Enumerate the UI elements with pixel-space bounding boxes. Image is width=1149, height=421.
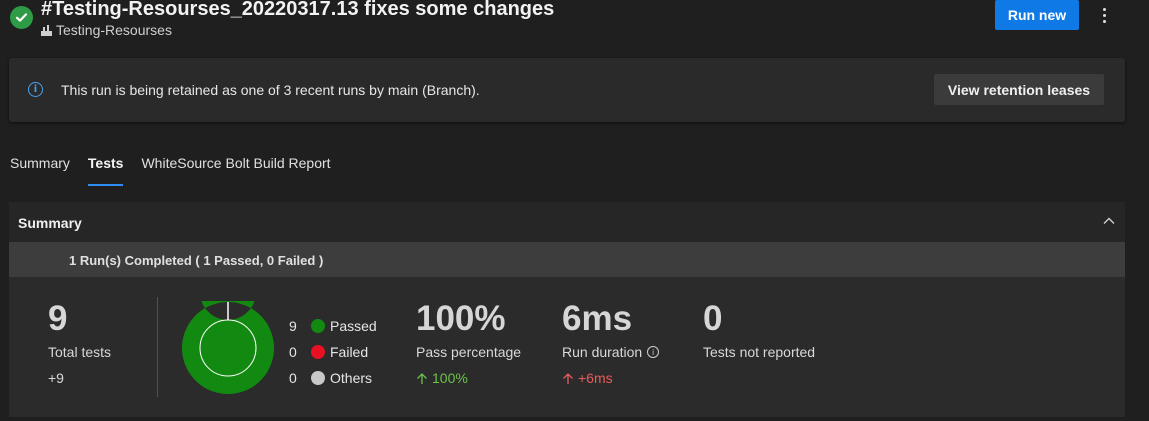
passed-dot xyxy=(311,319,325,333)
total-tests-label: Total tests xyxy=(48,344,112,360)
run-duration-value: 6ms xyxy=(562,299,633,338)
legend-others: 0 Others xyxy=(289,365,377,391)
pass-percentage-label: Pass percentage xyxy=(416,344,522,360)
more-vertical-icon[interactable] xyxy=(1096,4,1112,26)
tab-bar: Summary Tests WhiteSource Bolt Build Rep… xyxy=(10,150,331,186)
pass-percentage-delta: 100% xyxy=(432,370,468,386)
arrow-up-icon xyxy=(563,372,573,384)
run-header: #Testing-Resourses_20220317.13 fixes som… xyxy=(10,0,1140,44)
summary-panel: Summary 1 Run(s) Completed ( 1 Passed, 0… xyxy=(9,202,1125,417)
others-count: 0 xyxy=(289,370,297,386)
retention-banner: i This run is being retained as one of 3… xyxy=(9,58,1125,122)
outcome-legend: 9 Passed 0 Failed 0 Others xyxy=(289,313,377,391)
total-tests-metric: 9 Total tests +9 xyxy=(48,299,111,386)
legend-passed: 9 Passed xyxy=(289,313,377,339)
not-reported-metric: 0 Tests not reported xyxy=(703,299,815,360)
passed-label: Passed xyxy=(330,318,377,334)
page-title: #Testing-Resourses_20220317.13 fixes som… xyxy=(41,0,555,20)
not-reported-label: Tests not reported xyxy=(703,344,816,360)
check-circle-icon xyxy=(10,6,33,29)
pass-percentage-metric: 100% Pass percentage 100% xyxy=(416,299,521,386)
run-duration-trend: +6ms xyxy=(562,370,659,386)
metrics-divider xyxy=(157,297,158,397)
summary-panel-header[interactable]: Summary xyxy=(9,202,1125,242)
run-duration-label: Run duration xyxy=(562,344,643,360)
run-duration-delta: +6ms xyxy=(578,370,613,386)
info-icon: i xyxy=(28,82,43,97)
pass-percentage-trend: 100% xyxy=(416,370,521,386)
pipeline-link[interactable]: Testing-Resourses xyxy=(41,22,172,38)
banner-message: This run is being retained as one of 3 r… xyxy=(61,82,480,98)
others-dot xyxy=(311,371,325,385)
total-tests-delta: +9 xyxy=(48,370,64,386)
summary-title: Summary xyxy=(18,215,82,231)
run-duration-label-row: Run duration i xyxy=(562,344,660,360)
metrics-row: 9 Total tests +9 9 Passed 0 Failed 0 Oth… xyxy=(9,277,1125,417)
arrow-up-icon xyxy=(417,372,427,384)
not-reported-value: 0 xyxy=(703,299,723,338)
runs-completed-text: 1 Run(s) Completed ( 1 Passed, 0 Failed … xyxy=(69,253,324,268)
tab-tests[interactable]: Tests xyxy=(87,150,123,186)
outcome-donut-chart xyxy=(181,301,274,394)
failed-dot xyxy=(311,345,325,359)
passed-count: 9 xyxy=(289,318,297,334)
tab-whitesource-bolt-build-report[interactable]: WhiteSource Bolt Build Report xyxy=(141,150,330,186)
tab-summary[interactable]: Summary xyxy=(10,150,70,186)
pipeline-name: Testing-Resourses xyxy=(56,22,172,38)
pass-percentage-value: 100% xyxy=(416,299,506,338)
run-duration-metric: 6ms Run duration i +6ms xyxy=(562,299,660,386)
legend-failed: 0 Failed xyxy=(289,339,377,365)
run-status-bar: 1 Run(s) Completed ( 1 Passed, 0 Failed … xyxy=(9,242,1125,277)
chevron-up-icon[interactable] xyxy=(1102,214,1116,228)
info-icon[interactable]: i xyxy=(647,346,660,358)
failed-count: 0 xyxy=(289,344,297,360)
failed-label: Failed xyxy=(330,344,369,360)
others-label: Others xyxy=(330,370,373,386)
run-new-button[interactable]: Run new xyxy=(995,0,1079,30)
view-retention-leases-button[interactable]: View retention leases xyxy=(934,74,1104,105)
pipeline-icon xyxy=(41,24,52,36)
total-tests-value: 9 xyxy=(48,299,68,338)
